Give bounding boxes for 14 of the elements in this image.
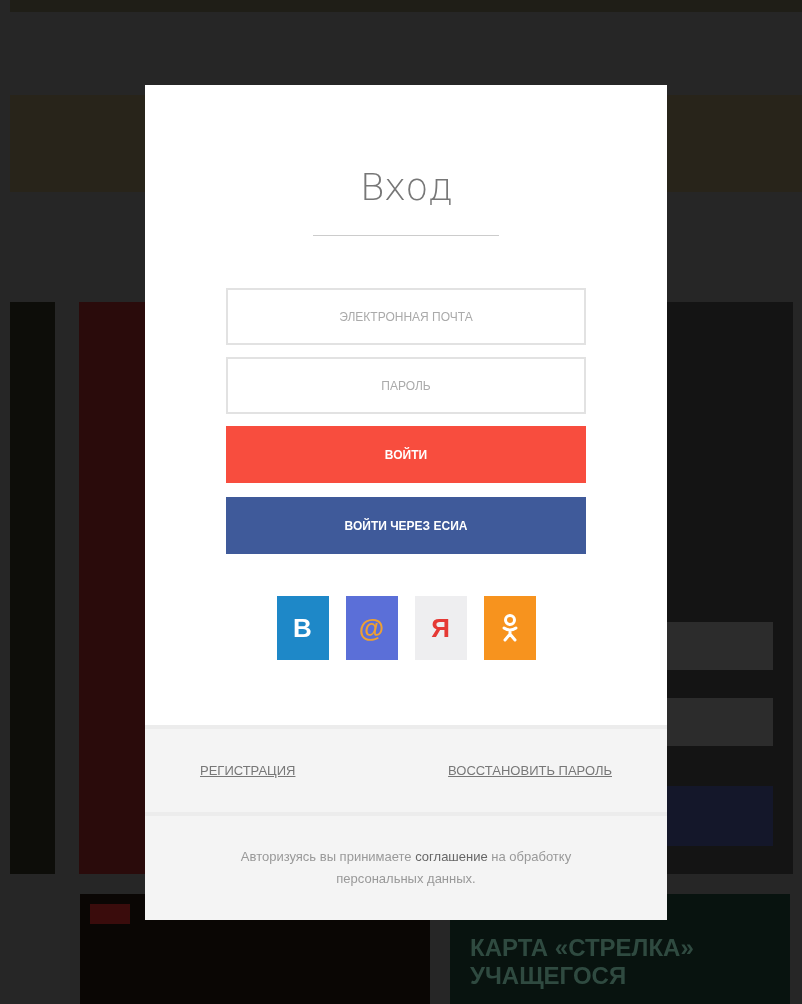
dialog-title: Вход xyxy=(359,165,453,209)
input-field[interactable]: ЭЛЕКТРОННАЯ ПОЧТА xyxy=(226,288,586,345)
restore-password-link[interactable]: ВОССТАНОВИТЬ ПАРОЛЬ xyxy=(448,763,612,778)
agreement-link[interactable]: соглашение xyxy=(415,849,488,864)
register-link[interactable]: РЕГИСТРАЦИЯ xyxy=(200,763,296,778)
vk-login-button[interactable]: B xyxy=(276,596,329,660)
ok-login-button[interactable] xyxy=(483,596,536,660)
esia-login-button[interactable]: ВОЙТИ ЧЕРЕЗ ЕСИА xyxy=(226,497,586,554)
tag-background xyxy=(90,904,130,924)
login-button[interactable]: ВОЙТИ xyxy=(226,426,586,483)
person-icon xyxy=(501,613,518,643)
input-field[interactable]: ПАРОЛЬ xyxy=(226,357,586,414)
yandex-login-button[interactable]: Я xyxy=(414,596,467,660)
agreement-text: Авторизуясь вы принимаете соглашение на обработку персональных данных. xyxy=(145,816,667,920)
